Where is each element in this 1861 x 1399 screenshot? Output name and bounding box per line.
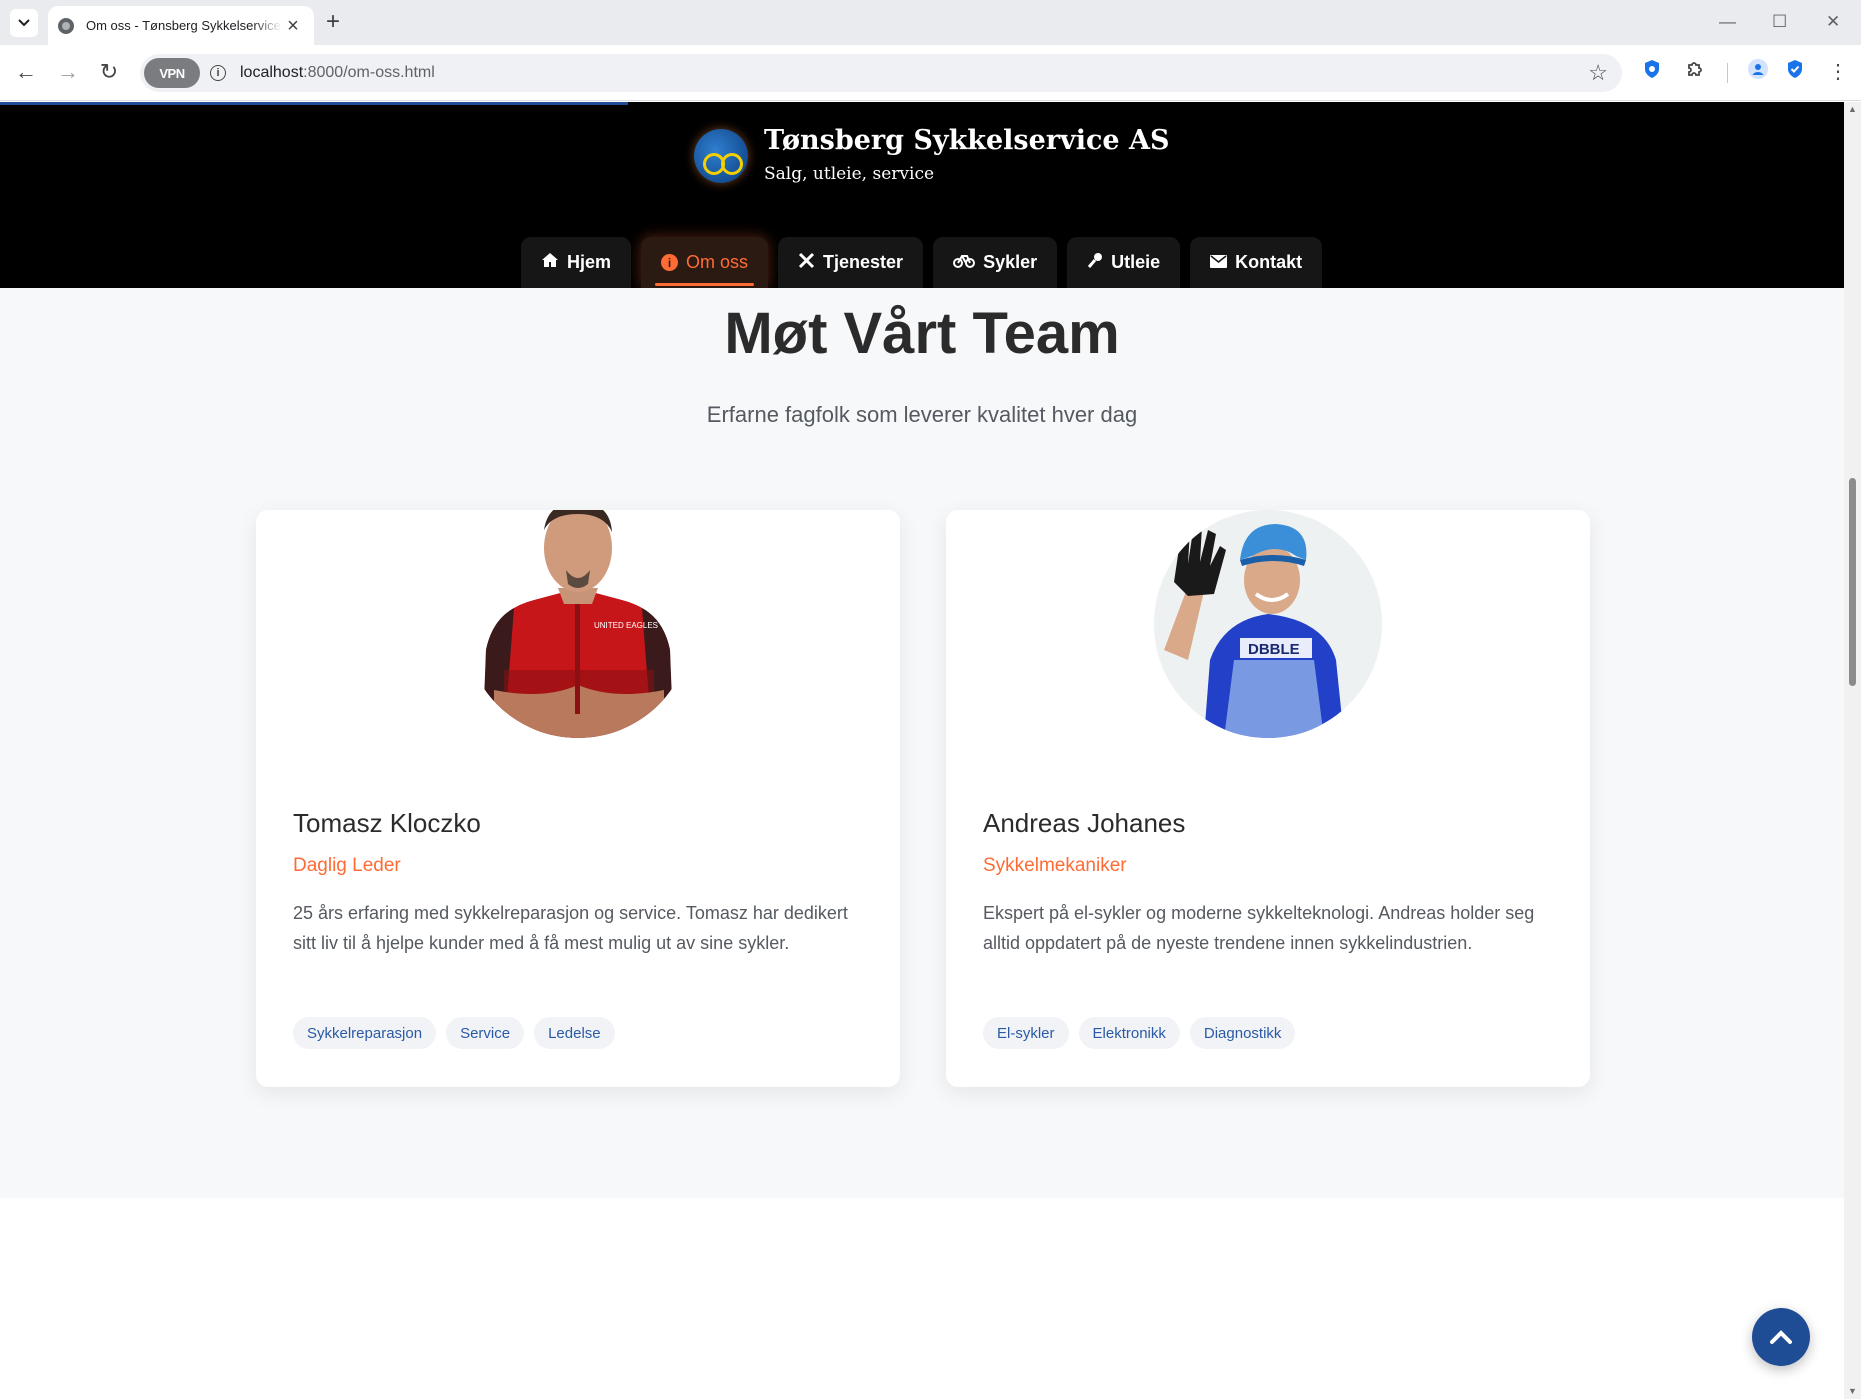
- skill-tag: Sykkelreparasjon: [293, 1017, 437, 1049]
- toolbar-divider: [1727, 63, 1728, 83]
- member-bio: 25 års erfaring med sykkelreparasjon og …: [293, 903, 848, 953]
- nav-item-tjenester[interactable]: Tjenester: [778, 237, 924, 288]
- window-close-icon[interactable]: ✕: [1826, 12, 1840, 32]
- site-header: Tønsberg Sykkelservice AS Salg, utleie, …: [0, 102, 1844, 288]
- key-icon: [1087, 252, 1103, 274]
- skill-tag: El-sykler: [983, 1017, 1069, 1049]
- brand-name: Tønsberg Sykkelservice AS: [764, 125, 1170, 156]
- bookmark-star-icon[interactable]: ☆: [1588, 60, 1608, 86]
- shield-extension-icon[interactable]: [1643, 59, 1661, 86]
- nav-label: Om oss: [686, 252, 749, 272]
- new-tab-button[interactable]: +: [326, 9, 340, 35]
- nav-item-hjem[interactable]: Hjem: [521, 237, 632, 288]
- nav-item-om-oss[interactable]: i Om oss: [641, 237, 769, 288]
- nav-item-utleie[interactable]: Utleie: [1067, 237, 1181, 288]
- scroll-down-arrow-icon[interactable]: ▼: [1848, 1386, 1857, 1396]
- url-host: localhost: [240, 64, 304, 81]
- main-nav: Hjem i Om oss Tjenester Sykler Utleie Ko…: [521, 237, 1323, 288]
- nav-label: Utleie: [1111, 252, 1161, 272]
- brand-tagline: Salg, utleie, service: [764, 164, 935, 184]
- reload-icon[interactable]: ↻: [95, 59, 123, 85]
- page-viewport: Tønsberg Sykkelservice AS Salg, utleie, …: [0, 102, 1861, 1399]
- tools-icon: [798, 252, 815, 274]
- scroll-thumb[interactable]: [1849, 478, 1856, 686]
- skill-tag: Elektronikk: [1078, 1017, 1180, 1049]
- jersey-logo-text: UNITED EAGLES: [594, 621, 658, 630]
- section-title: Møt Vårt Team: [724, 301, 1120, 366]
- team-card: UNITED EAGLES Tomasz Kloczko Daglig Lede…: [256, 510, 900, 1087]
- member-bio: Ekspert på el-sykler og moderne sykkelte…: [983, 903, 1535, 953]
- puzzle-extension-icon[interactable]: [1685, 59, 1705, 86]
- envelope-icon: [1210, 253, 1228, 273]
- site-info-icon[interactable]: i: [210, 65, 226, 81]
- bicycle-icon: [953, 253, 976, 273]
- chevron-up-icon: [1770, 1330, 1792, 1344]
- nav-item-kontakt[interactable]: Kontakt: [1190, 237, 1323, 288]
- skill-tag: Diagnostikk: [1189, 1017, 1296, 1049]
- scroll-up-arrow-icon[interactable]: ▲: [1848, 104, 1857, 114]
- chevron-down-icon: [18, 19, 30, 27]
- browser-tab-bar: Om oss - Tønsberg Sykkelservice AS × + —…: [0, 0, 1861, 45]
- vpn-badge[interactable]: VPN: [144, 58, 200, 88]
- team-card: DBBLE Andreas Johanes Sykkelmekaniker Ek…: [946, 510, 1590, 1087]
- scroll-progress-bar: [0, 102, 628, 105]
- skill-tags: El-sykler Elektronikk Diagnostikk: [983, 1017, 1296, 1049]
- address-bar[interactable]: VPN i localhost:8000/om-oss.html ☆: [140, 54, 1622, 92]
- team-member-photo: UNITED EAGLES: [464, 510, 692, 738]
- tab-title: Om oss - Tønsberg Sykkelservice AS: [86, 18, 282, 33]
- nav-label: Tjenester: [823, 252, 904, 272]
- jersey-logo-text: DBBLE: [1248, 641, 1300, 658]
- nav-item-sykler[interactable]: Sykler: [933, 237, 1058, 288]
- team-section: Møt Vårt Team Erfarne fagfolk som levere…: [0, 288, 1844, 1198]
- skill-tag: Service: [446, 1017, 525, 1049]
- nav-label: Hjem: [567, 252, 612, 272]
- home-icon: [541, 252, 559, 273]
- globe-icon: [58, 17, 74, 34]
- url-path: :8000/om-oss.html: [303, 64, 435, 81]
- minimize-icon[interactable]: —: [1719, 12, 1736, 32]
- url-text[interactable]: localhost:8000/om-oss.html: [240, 64, 435, 82]
- nav-label: Kontakt: [1235, 252, 1303, 272]
- security-shield-icon[interactable]: [1786, 59, 1804, 86]
- member-name: Andreas Johanes: [983, 808, 1186, 838]
- close-icon[interactable]: ×: [282, 16, 304, 36]
- back-to-top-button[interactable]: [1752, 1308, 1810, 1366]
- tab-search-button[interactable]: [10, 9, 38, 37]
- brand[interactable]: Tønsberg Sykkelservice AS Salg, utleie, …: [694, 124, 1169, 184]
- member-role: Daglig Leder: [293, 855, 401, 876]
- team-member-photo: DBBLE: [1154, 510, 1382, 738]
- profile-icon[interactable]: [1748, 59, 1768, 86]
- nav-label: Sykler: [983, 252, 1038, 272]
- maximize-icon[interactable]: ☐: [1772, 12, 1787, 32]
- skill-tags: Sykkelreparasjon Service Ledelse: [293, 1017, 615, 1049]
- back-arrow-icon[interactable]: ←: [12, 59, 40, 85]
- skill-tag: Ledelse: [534, 1017, 615, 1049]
- menu-kebab-icon[interactable]: ⋮: [1828, 59, 1848, 85]
- member-name: Tomasz Kloczko: [293, 808, 481, 838]
- browser-toolbar: ← → ↻ VPN i localhost:8000/om-oss.html ☆…: [0, 45, 1861, 101]
- forward-arrow-icon[interactable]: →: [54, 59, 82, 85]
- bicycle-logo-icon: [694, 129, 748, 183]
- page-scrollbar[interactable]: ▲ ▼: [1844, 102, 1861, 1399]
- info-icon: i: [661, 254, 679, 271]
- browser-tab[interactable]: Om oss - Tønsberg Sykkelservice AS ×: [48, 6, 314, 45]
- section-subtitle: Erfarne fagfolk som leverer kvalitet hve…: [706, 402, 1138, 427]
- member-role: Sykkelmekaniker: [983, 855, 1127, 876]
